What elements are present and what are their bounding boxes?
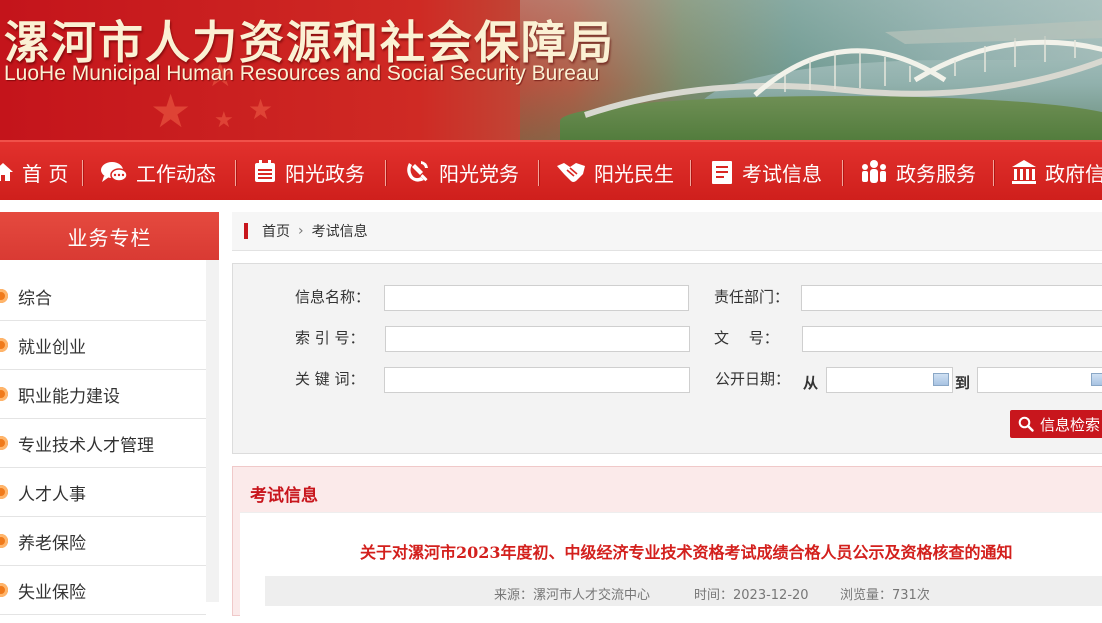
bullet-icon [0, 583, 8, 597]
info-search-button[interactable]: 信息检索 [1010, 410, 1102, 438]
document-number-input[interactable] [802, 326, 1102, 352]
document-list-icon [255, 160, 275, 182]
publish-date-label: 公开日期： [715, 370, 791, 388]
department-input[interactable] [801, 285, 1102, 311]
chat-bubble-icon [101, 162, 128, 182]
nav-label: 政务服务 [896, 161, 976, 186]
sidebar-rail [206, 260, 219, 602]
sidebar-item-label: 专业技术人才管理 [18, 435, 154, 456]
bullet-icon [0, 289, 8, 303]
people-icon [862, 160, 886, 183]
sidebar-item-general[interactable]: 综合 [0, 272, 206, 321]
nav-separator [690, 160, 692, 186]
keyword-label: 关 键 词： [295, 370, 365, 388]
date-to-field [977, 367, 1102, 393]
department-label: 责任部门： [714, 288, 790, 306]
government-building-icon [1012, 160, 1036, 184]
date-from-label: 从 [803, 374, 819, 392]
nav-item-sunshine-affairs[interactable]: 阳光政务 [253, 155, 365, 189]
sidebar-item-label: 职业能力建设 [18, 386, 120, 407]
nav-item-gov-services[interactable]: 政务服务 [860, 155, 976, 189]
exam-info-panel: 考试信息 关于对漯河市2023年度初、中级经济专业技术资格考试成绩合格人员公示及… [232, 466, 1102, 623]
article-views: 浏览量：731次 [840, 588, 930, 603]
sidebar-item-label: 综合 [18, 288, 52, 309]
index-number-input[interactable] [385, 326, 690, 352]
nav-label: 工作动态 [136, 161, 216, 186]
date-from-field [826, 367, 953, 393]
bullet-icon [0, 387, 8, 401]
sidebar-item-label: 人才人事 [18, 484, 86, 505]
article-time: 时间：2023-12-20 [694, 588, 809, 603]
document-number-label: 文 号： [714, 329, 779, 347]
sidebar-list: 综合 就业创业 职业能力建设 专业技术人才管理 人才人事 养老保险 失业保险 [0, 272, 206, 615]
date-to-input[interactable] [978, 368, 1102, 392]
nav-label: 首 页 [22, 161, 69, 186]
date-to-label: 到 [955, 374, 971, 392]
bullet-icon [0, 338, 8, 352]
breadcrumb: 首页 › 考试信息 [232, 212, 1102, 251]
bridge-illustration [584, 20, 1102, 118]
nav-label: 阳光党务 [439, 161, 519, 186]
nav-label: 考试信息 [742, 161, 822, 186]
star-decoration: ★ [150, 84, 192, 138]
chevron-right-icon: › [298, 223, 304, 239]
nav-label: 阳光政务 [285, 161, 365, 186]
exam-form-icon [712, 161, 732, 184]
sidebar-item-label: 养老保险 [18, 533, 86, 554]
nav-item-work-news[interactable]: 工作动态 [100, 155, 216, 189]
nav-separator [235, 160, 237, 186]
calendar-icon[interactable] [933, 373, 949, 386]
nav-separator [385, 160, 387, 186]
sidebar-item-personnel[interactable]: 人才人事 [0, 468, 206, 517]
breadcrumb-home[interactable]: 首页 [262, 221, 290, 241]
index-number-label: 索 引 号： [295, 329, 365, 347]
info-name-label: 信息名称： [295, 288, 371, 306]
search-icon [1018, 416, 1034, 432]
info-name-input[interactable] [384, 285, 689, 311]
sidebar-item-employment[interactable]: 就业创业 [0, 321, 206, 370]
search-button-label: 信息检索 [1040, 415, 1101, 434]
nav-label: 阳光民生 [594, 161, 674, 186]
nav-item-exam-info[interactable]: 考试信息 [710, 155, 822, 189]
sidebar-item-pension[interactable]: 养老保险 [0, 517, 206, 566]
calendar-icon[interactable] [1091, 373, 1102, 386]
bullet-icon [0, 534, 8, 548]
sidebar-item-technical-talent[interactable]: 专业技术人才管理 [0, 419, 206, 468]
star-decoration: ★ [248, 93, 274, 126]
nav-item-party-affairs[interactable]: 阳光党务 [403, 155, 519, 189]
keyword-input[interactable] [384, 367, 690, 393]
bullet-icon [0, 485, 8, 499]
article-title-link[interactable]: 关于对漯河市2023年度初、中级经济专业技术资格考试成绩合格人员公示及资格核查的… [360, 539, 1013, 563]
star-decoration: ★ [214, 108, 234, 133]
nav-label: 政府信 [1045, 161, 1102, 186]
sidebar-item-vocational-skills[interactable]: 职业能力建设 [0, 370, 206, 419]
sidebar-title: 业务专栏 [0, 212, 219, 260]
breadcrumb-current: 考试信息 [311, 224, 368, 240]
info-search-form: 信息名称： 责任部门： 索 引 号： 文 号： 关 键 词： 公开日期： 从 到… [232, 263, 1102, 454]
nav-separator [842, 160, 844, 186]
article-list: 关于对漯河市2023年度初、中级经济专业技术资格考试成绩合格人员公示及资格核查的… [240, 512, 1102, 623]
party-emblem-icon [407, 161, 428, 182]
nav-separator [82, 160, 84, 186]
sidebar-item-unemployment[interactable]: 失业保险 [0, 566, 206, 615]
handshake-icon [557, 163, 585, 182]
breadcrumb-marker [244, 223, 248, 239]
bullet-icon [0, 436, 8, 450]
panel-title: 考试信息 [250, 486, 318, 506]
sidebar-item-label: 就业创业 [18, 337, 86, 358]
article-source: 来源：漯河市人才交流中心 [494, 588, 651, 603]
home-icon [0, 163, 13, 181]
site-banner: ★ ★ ★ ★ 漯河市人力资源和社会保障局 LuoHe Municipal Hu… [0, 0, 1102, 140]
nav-separator [993, 160, 995, 186]
sidebar-item-label: 失业保险 [18, 582, 86, 603]
nav-item-gov-info[interactable]: 政府信 [1011, 155, 1102, 189]
nav-item-livelihood[interactable]: 阳光民生 [556, 155, 674, 189]
main-nav: 首 页 工作动态 阳光政务 阳光党务 阳光民生 考试信息 政务服务 政府信 [0, 140, 1102, 200]
nav-separator [538, 160, 540, 186]
nav-item-home[interactable]: 首 页 [0, 155, 68, 189]
site-subtitle: LuoHe Municipal Human Resources and Soci… [4, 62, 600, 85]
